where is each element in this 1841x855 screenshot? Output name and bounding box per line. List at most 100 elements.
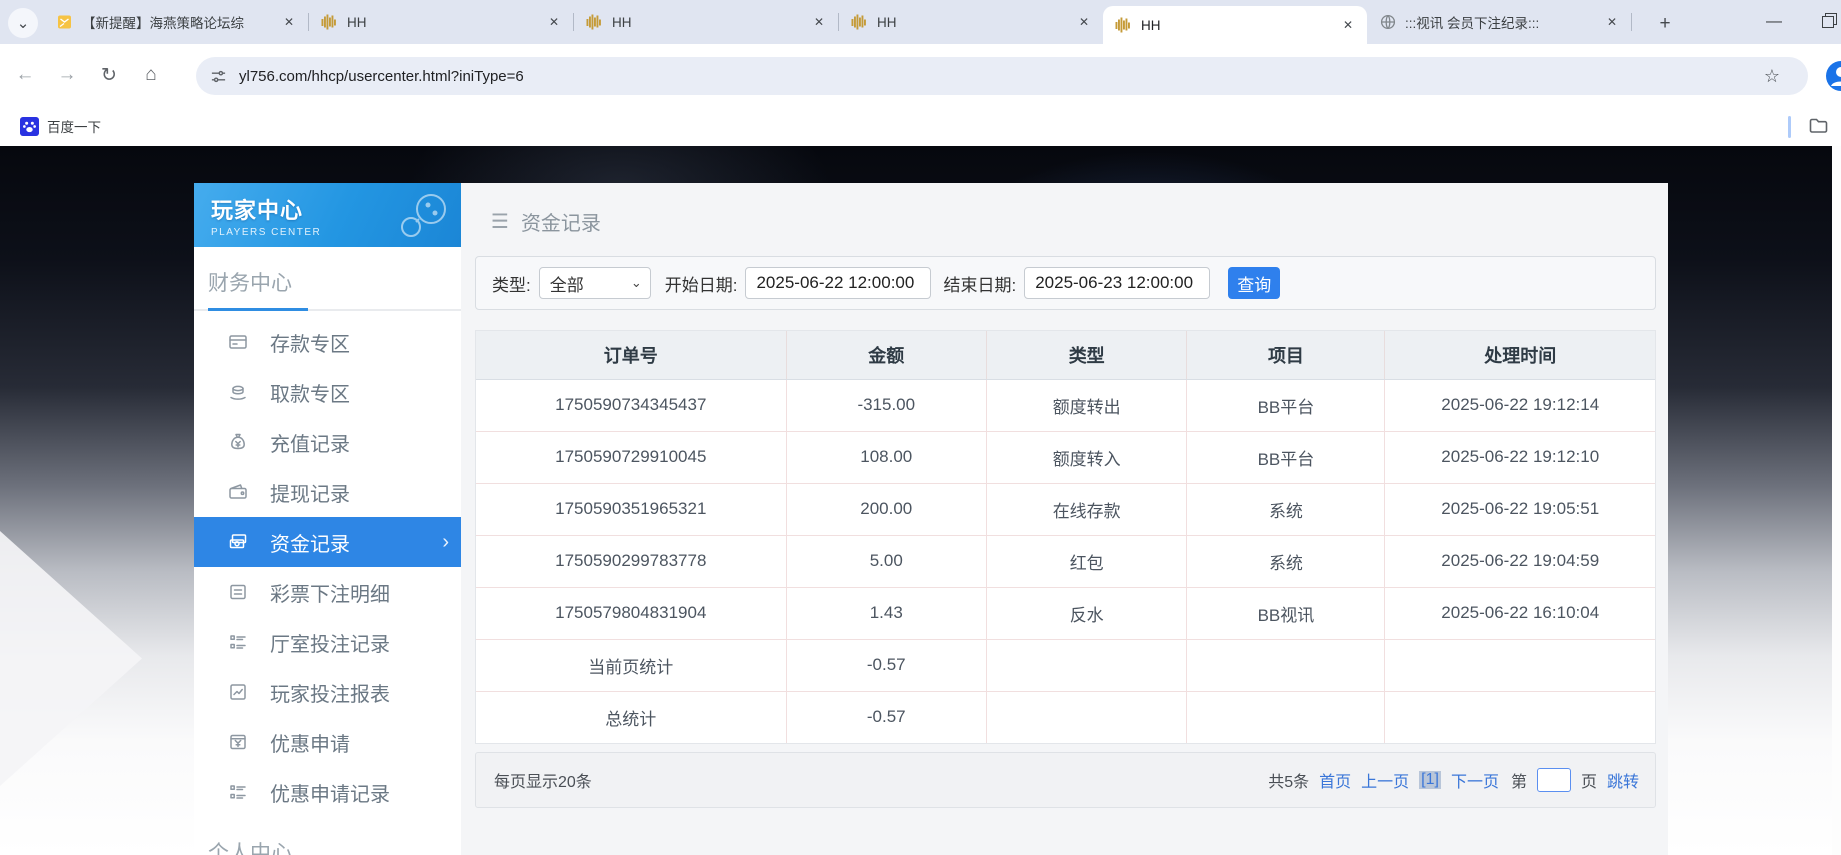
sidebar-item-label: 玩家投注报表 (270, 683, 390, 706)
column-header: 处理时间 (1384, 331, 1655, 380)
withdraw-icon (228, 382, 248, 402)
table-cell: 2025-06-22 19:05:51 (1384, 483, 1655, 536)
table-row: 1750590351965321 200.00 在线存款 系统 2025-06-22 1… (476, 483, 1655, 536)
sidebar-item-4[interactable]: 提现记录 (194, 467, 461, 517)
sidebar-item-1[interactable]: 存款专区 (194, 317, 461, 367)
table-cell: 系统 (1186, 535, 1386, 588)
new-tab-button[interactable]: + (1652, 11, 1678, 37)
chevron-right-icon: › (442, 530, 449, 553)
table-row: 1750590734345437 -315.00 额度转出 BB平台 2025-06-2… (476, 379, 1655, 432)
start-date-label: 开始日期: (664, 275, 738, 295)
table-cell: 反水 (986, 587, 1188, 640)
forward-button[interactable]: → (50, 58, 84, 92)
table-cell: 1750590351965321 (476, 483, 787, 536)
sidebar-item-label: 资金记录 (270, 533, 350, 556)
window-restore-button[interactable] (1806, 0, 1841, 44)
tab-close-button[interactable]: ✕ (1603, 13, 1621, 31)
filter-bar: 类型: 全部 ⌄ 开始日期: 2025-06-22 12:00:00 结束日期:… (475, 256, 1656, 310)
table-cell (1186, 691, 1386, 743)
total-count-label: 共5条 (1268, 774, 1310, 791)
browser-tab-4[interactable]: HH ✕ (839, 0, 1103, 44)
table-cell: 系统 (1186, 483, 1386, 536)
prev-page-link[interactable]: 上一页 (1361, 768, 1409, 792)
reload-button[interactable]: ↻ (92, 58, 126, 92)
browser-tab-6[interactable]: :::视讯 会员下注纪录::: ✕ (1367, 0, 1631, 44)
home-icon: ⌂ (145, 64, 157, 85)
tab-close-button[interactable]: ✕ (810, 13, 828, 31)
tab-close-button[interactable]: ✕ (1339, 16, 1357, 34)
table-cell: 在线存款 (986, 483, 1188, 536)
page-title: 资金记录 (520, 213, 601, 235)
select-caret-icon: ⌄ (630, 275, 642, 290)
page-scrollbar[interactable] (1832, 146, 1841, 855)
plus-icon: + (1659, 13, 1671, 34)
bookmarks-folder-button[interactable] (1808, 115, 1829, 136)
sidebar-item-3[interactable]: 充值记录 (194, 417, 461, 467)
browser-tab-2[interactable]: HH ✕ (309, 0, 573, 44)
close-icon: ✕ (1606, 15, 1618, 29)
goldwave-favicon-icon (586, 14, 603, 31)
sidebar-item-8[interactable]: 玩家投注报表 (194, 667, 461, 717)
hamburger-icon: ☰ (491, 211, 509, 233)
search-button[interactable]: 查询 (1228, 267, 1281, 299)
sidebar-item-2[interactable]: 取款专区 (194, 367, 461, 417)
tab-close-button[interactable]: ✕ (545, 13, 563, 31)
first-page-link[interactable]: 首页 (1319, 768, 1351, 792)
table-cell: -315.00 (786, 379, 987, 432)
jump-go-link[interactable]: 跳转 (1607, 768, 1639, 792)
site-settings-icon[interactable] (210, 68, 227, 85)
bookmark-star-button[interactable]: ☆ (1764, 66, 1780, 87)
next-page-link[interactable]: 下一页 (1451, 768, 1499, 792)
home-button[interactable]: ⌂ (134, 58, 168, 92)
table-cell: 额度转出 (986, 379, 1188, 432)
start-date-input[interactable]: 2025-06-22 12:00:00 (745, 267, 932, 299)
browser-toolbar: ← → ↻ ⌂ yl756.com/hhcp/usercenter.html?i… (0, 44, 1841, 106)
browser-tab-1[interactable]: 【新提醒】海燕策略论坛综 ✕ (44, 0, 308, 44)
bookmarks-bar: 百度一下 (0, 106, 1841, 146)
column-header: 金额 (786, 331, 987, 380)
browser-tab-3[interactable]: HH ✕ (574, 0, 838, 44)
column-header: 订单号 (476, 331, 787, 380)
cashout-icon (228, 482, 248, 502)
type-label: 类型: (492, 275, 531, 295)
sidebar-item-7[interactable]: 厅室投注记录 (194, 617, 461, 667)
recharge-icon (228, 432, 248, 452)
sidebar-item-label: 取款专区 (270, 383, 350, 406)
sidebar-item-9[interactable]: 优惠申请 (194, 717, 461, 767)
bookmark-item-baidu[interactable]: 百度一下 (12, 113, 109, 139)
tab-close-button[interactable]: ✕ (1075, 13, 1093, 31)
type-select[interactable]: 全部 ⌄ (538, 267, 651, 299)
table-cell: 1750579804831904 (476, 587, 787, 640)
table-cell: 红包 (986, 535, 1188, 588)
goldwave-favicon-icon (1115, 17, 1132, 34)
tab-title: 【新提醒】海燕策略论坛综 (82, 16, 244, 31)
report-icon (228, 682, 248, 702)
table-cell: 200.00 (786, 483, 987, 536)
table-cell (986, 691, 1188, 743)
jump-page-input[interactable] (1536, 768, 1571, 792)
restore-icon (1822, 13, 1837, 28)
browser-tab-5[interactable]: HH ✕ (1103, 6, 1367, 44)
tab-close-button[interactable]: ✕ (280, 13, 298, 31)
table-cell: 2025-06-22 19:12:14 (1384, 379, 1655, 432)
records-table-container: 订单号 金额 类型 项目 处理时间 1750590734345437 -315.00 额度转… (475, 330, 1656, 744)
tab-search-button[interactable]: ⌄ (8, 8, 38, 38)
address-bar[interactable]: yl756.com/hhcp/usercenter.html?iniType=6… (196, 57, 1808, 95)
close-icon: ✕ (1342, 18, 1354, 32)
sidebar-item-10[interactable]: 优惠申请记录 (194, 767, 461, 817)
window-minimize-button[interactable]: — (1752, 0, 1796, 44)
profile-avatar[interactable] (1822, 57, 1841, 95)
sidebar-item-6[interactable]: 彩票下注明细 (194, 567, 461, 617)
close-icon: ✕ (1078, 15, 1090, 29)
sidebar-item-5[interactable]: 资金记录 › (194, 517, 461, 567)
end-date-input[interactable]: 2025-06-23 12:00:00 (1024, 267, 1211, 299)
sidebar-item-label: 优惠申请 (270, 733, 350, 756)
folder-icon (1809, 118, 1828, 133)
table-cell: 额度转入 (986, 431, 1188, 484)
tab-title: HH (347, 14, 367, 30)
lottery-icon (228, 582, 248, 602)
promo-icon (228, 732, 248, 752)
back-button[interactable]: ← (8, 58, 42, 92)
halllist-icon (228, 632, 248, 652)
table-cell: BB视讯 (1186, 587, 1386, 640)
